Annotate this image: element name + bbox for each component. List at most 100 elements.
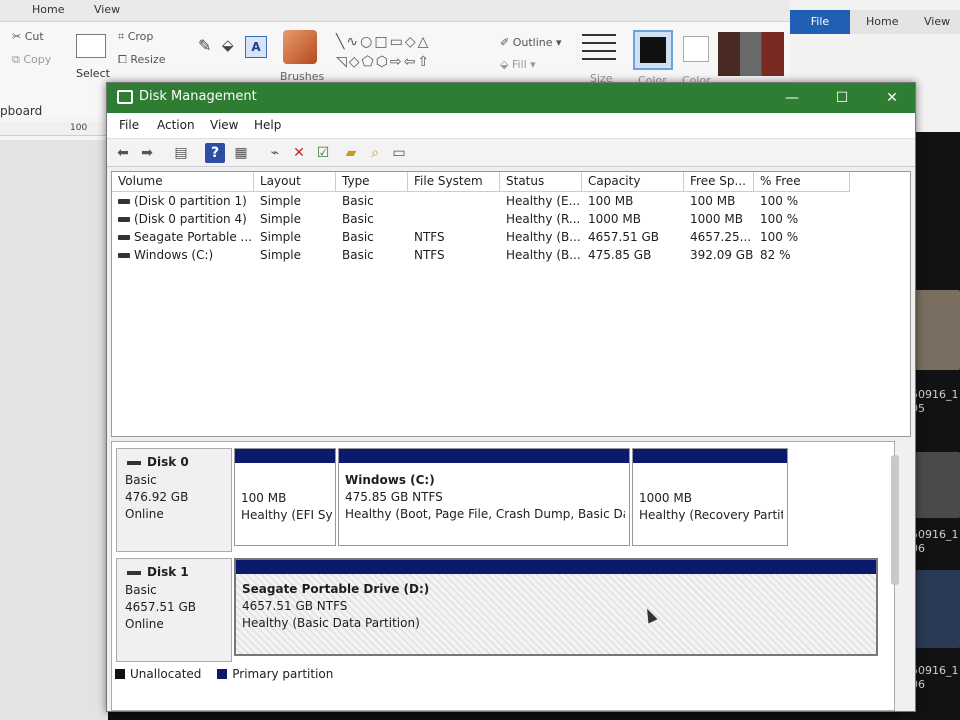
partition-status: Healthy (Basic Data Partition) — [242, 616, 420, 630]
clipboard-group-label: pboard — [0, 104, 43, 118]
cell-volume: Windows (C:) — [134, 248, 214, 262]
disk-name: Disk 0 — [147, 455, 189, 469]
check-icon[interactable]: ☑ — [313, 143, 333, 163]
second-tab-view[interactable]: View — [924, 15, 950, 28]
copy-button[interactable]: ⧉ Copy — [12, 53, 51, 67]
details-view-icon[interactable]: ▭ — [389, 143, 409, 163]
disk-1-label[interactable]: Disk 1 Basic 4657.51 GB Online — [116, 558, 232, 662]
text-tool-icon[interactable]: A — [245, 36, 267, 58]
shapes-gallery-icon[interactable]: ╲∿○□▭◇△ ◹◇⬠⬡⇨⇦⇧ — [336, 32, 486, 74]
folder-up-icon[interactable]: ▰ — [341, 143, 361, 163]
menu-action[interactable]: Action — [157, 118, 195, 132]
fill-button[interactable]: ⬙ Fill ▾ — [500, 58, 536, 71]
partition-bar — [339, 449, 629, 463]
cell-volume: (Disk 0 partition 1) — [134, 194, 247, 208]
cell-capacity: 100 MB — [588, 194, 634, 208]
disk-0-label[interactable]: Disk 0 Basic 476.92 GB Online — [116, 448, 232, 552]
cell-layout: Simple — [260, 248, 301, 262]
crop-button[interactable]: ⌗ Crop — [118, 30, 153, 44]
cell-status: Healthy (B... — [506, 230, 581, 244]
disk-map-scrollbar[interactable] — [891, 455, 899, 585]
delete-icon[interactable]: ✕ — [289, 143, 309, 163]
outline-button[interactable]: ✐ Outline ▾ — [500, 36, 562, 49]
column-header-layout[interactable]: Layout — [254, 172, 336, 192]
partition-size: 4657.51 GB NTFS — [242, 599, 348, 613]
partition-efi[interactable]: 100 MB Healthy (EFI Sys — [234, 448, 336, 546]
disk-size: 4657.51 GB — [125, 600, 196, 614]
resize-button[interactable]: ⧠ Resize — [118, 53, 166, 67]
cell-capacity: 4657.51 GB — [588, 230, 659, 244]
color-palette[interactable] — [718, 32, 784, 76]
column-header-file-system[interactable]: File System — [408, 172, 500, 192]
column-header-status[interactable]: Status — [500, 172, 582, 192]
cut-button[interactable]: ✂ Cut — [12, 30, 44, 43]
help-icon[interactable]: ? — [205, 143, 225, 163]
cell-type: Basic — [342, 212, 374, 226]
cell-volume: Seagate Portable ... — [134, 230, 252, 244]
column-header-type[interactable]: Type — [336, 172, 408, 192]
select-icon[interactable] — [76, 34, 106, 58]
menu-file[interactable]: File — [119, 118, 139, 132]
column-header-volume[interactable]: Volume — [112, 172, 254, 192]
color2-swatch[interactable] — [683, 36, 709, 62]
second-tab-file[interactable]: File — [790, 10, 850, 34]
connect-drive-icon[interactable]: ⌁ — [265, 143, 285, 163]
search-folder-icon[interactable]: ⌕ — [365, 143, 385, 163]
paint-tab-bar: Home View — [0, 0, 790, 22]
partition-status: Healthy (Boot, Page File, Crash Dump, Ba… — [345, 507, 625, 521]
cell-status: Healthy (E... — [506, 194, 581, 208]
unallocated-swatch — [115, 669, 125, 679]
disk-name: Disk 1 — [147, 565, 189, 579]
title-bar[interactable]: Disk Management — ☐ ✕ — [107, 83, 915, 113]
partition-seagate-d[interactable]: Seagate Portable Drive (D:) 4657.51 GB N… — [234, 558, 878, 656]
menu-help[interactable]: Help — [254, 118, 281, 132]
brushes-icon[interactable] — [283, 30, 317, 64]
volume-icon — [118, 253, 130, 258]
console-tree-icon[interactable]: ▤ — [171, 143, 191, 163]
legend-primary-partition: Primary partition — [217, 667, 333, 681]
minimize-button[interactable]: — — [775, 87, 809, 109]
cell-capacity: 1000 MB — [588, 212, 641, 226]
window-title: Disk Management — [139, 89, 257, 104]
second-tab-home[interactable]: Home — [866, 15, 898, 28]
select-button[interactable]: Select — [76, 67, 110, 80]
partition-windows-c[interactable]: Windows (C:) 475.85 GB NTFS Healthy (Boo… — [338, 448, 630, 546]
cell-capacity: 475.85 GB — [588, 248, 652, 262]
menu-view[interactable]: View — [210, 118, 238, 132]
partition-status: Healthy (Recovery Partitic — [639, 508, 783, 522]
column-header-capacity[interactable]: Capacity — [582, 172, 684, 192]
cell-free-space: 100 MB — [690, 194, 736, 208]
partition-title: Windows (C:) — [345, 473, 435, 487]
fill-icon: ⬙ — [500, 58, 509, 71]
partition-recovery[interactable]: 1000 MB Healthy (Recovery Partitic — [632, 448, 788, 546]
maximize-button[interactable]: ☐ — [825, 87, 859, 109]
color1-selector[interactable] — [633, 30, 673, 70]
copy-icon: ⧉ — [12, 53, 20, 66]
paint-canvas[interactable] — [0, 140, 108, 720]
second-app-tab-bar: File Home View — [790, 10, 960, 34]
back-arrow-icon[interactable]: ⬅ — [113, 143, 133, 163]
close-button[interactable]: ✕ — [875, 87, 909, 109]
cell-layout: Simple — [260, 194, 301, 208]
column-header-free-space[interactable]: Free Sp... — [684, 172, 754, 192]
volume-icon — [118, 235, 130, 240]
size-icon[interactable] — [582, 34, 616, 64]
scissors-icon: ✂ — [12, 30, 22, 43]
partition-bar — [633, 449, 787, 463]
column-header-percent-free[interactable]: % Free — [754, 172, 850, 192]
disk-management-icon — [117, 90, 133, 104]
primary-partition-swatch — [217, 669, 228, 679]
fill-bucket-icon[interactable]: ⬙ — [222, 36, 234, 54]
forward-arrow-icon[interactable]: ➡ — [137, 143, 157, 163]
cell-percent-free: 100 % — [760, 194, 799, 208]
cell-percent-free: 82 % — [760, 248, 791, 262]
disk-state: Online — [125, 507, 164, 521]
partition-title: Seagate Portable Drive (D:) — [242, 582, 430, 596]
cell-type: Basic — [342, 194, 374, 208]
paint-tab-view[interactable]: View — [94, 3, 120, 16]
paint-tab-home[interactable]: Home — [32, 3, 64, 16]
pencil-icon[interactable]: ✎ — [198, 36, 211, 55]
outline-icon: ✐ — [500, 36, 510, 49]
properties-icon[interactable]: ▦ — [231, 143, 251, 163]
cell-volume: (Disk 0 partition 4) — [134, 212, 247, 226]
